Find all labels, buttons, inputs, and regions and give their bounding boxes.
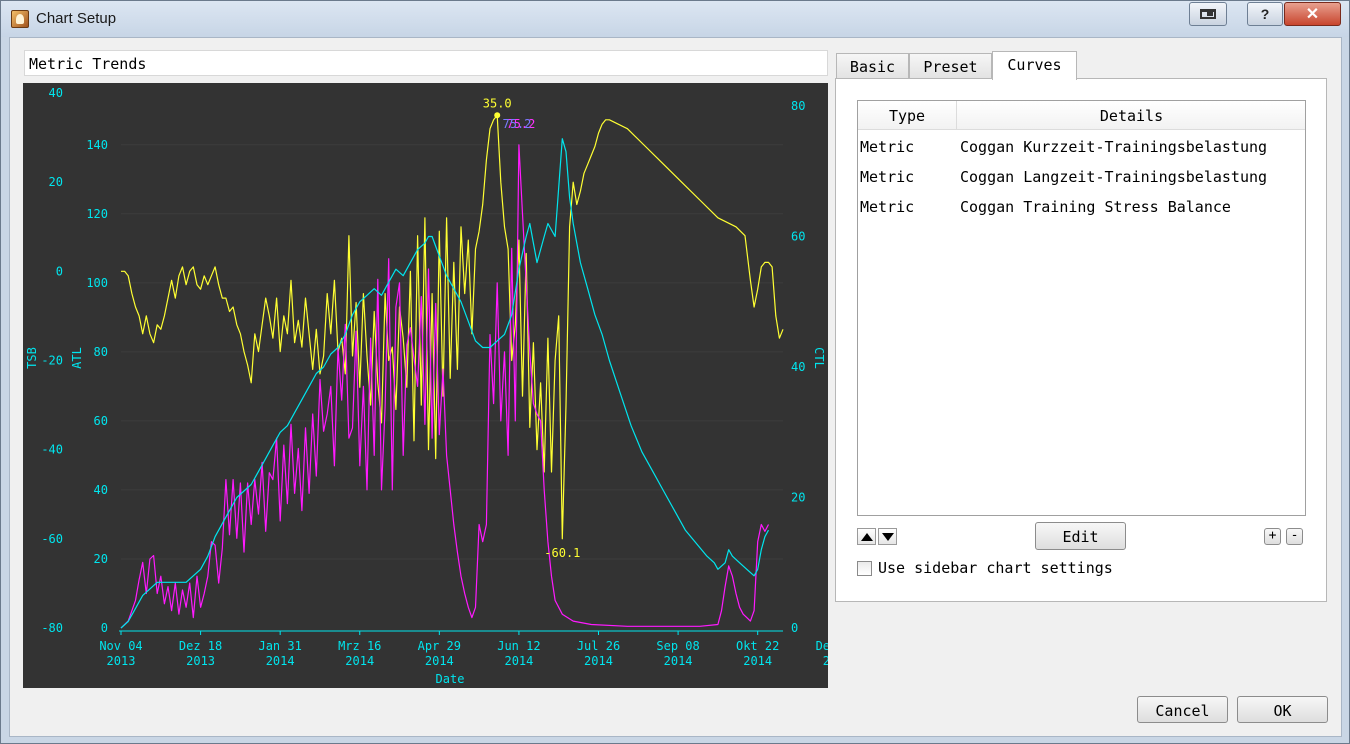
- header-details[interactable]: Details: [958, 107, 1305, 125]
- dialog-client: Metric Trends Nov 04 2013 Dez 18 2013 Jan 31…: [9, 37, 1342, 737]
- tsb-min-label: -60.1: [544, 546, 580, 560]
- tsb-tick-label: 0: [56, 264, 63, 278]
- chart-setup-window: Chart Setup ? ✕ Metric Trends Nov 04 2013…: [0, 0, 1350, 744]
- tsb-max-marker: [494, 112, 501, 119]
- atl-tick-label: 60: [94, 414, 108, 428]
- remove-curve-button[interactable]: -: [1286, 528, 1303, 545]
- x-tick-label: 2014: [584, 654, 613, 668]
- x-tick-label: Jun 12: [497, 639, 540, 653]
- cell-type: Metric: [860, 138, 915, 156]
- tsb-tick-label: -20: [41, 354, 63, 368]
- title-bar[interactable]: Chart Setup ? ✕: [1, 1, 1349, 37]
- atl-tick-label: 0: [101, 621, 108, 635]
- x-tick-label: Mrz 16: [338, 639, 381, 653]
- restore-icon: [1200, 9, 1216, 19]
- tsb-line: [121, 114, 784, 540]
- x-tick-label: 2013: [186, 654, 215, 668]
- atl-axis-label: ATL: [70, 347, 84, 369]
- tab-curves[interactable]: Curves: [992, 51, 1077, 80]
- atl-tick-label: 20: [94, 552, 108, 566]
- x-tick-label: Dez 18: [179, 639, 222, 653]
- ok-button[interactable]: OK: [1237, 696, 1328, 723]
- help-button[interactable]: ?: [1247, 2, 1283, 26]
- add-curve-button[interactable]: +: [1264, 528, 1281, 545]
- x-tick-label: 2014: [504, 654, 533, 668]
- ctl-tick-label: 80: [791, 99, 805, 113]
- x-axis-label: Date: [436, 672, 465, 686]
- arrow-down-icon: [881, 532, 894, 541]
- x-tick-label: Dez 05: [816, 639, 828, 653]
- x-tick-label: 2014: [425, 654, 454, 668]
- tsb-tick-label: 20: [49, 175, 63, 189]
- x-tick-label: Sep 08: [656, 639, 699, 653]
- ctl-tick-label: 0: [791, 621, 798, 635]
- x-tick-label: 2014: [266, 654, 295, 668]
- ctl-tick-label: 60: [791, 230, 805, 244]
- tsb-tick-label: 40: [49, 86, 63, 100]
- tsb-max-label: 35.0: [483, 96, 512, 110]
- move-down-button[interactable]: [878, 528, 897, 545]
- atl-tick-label: 100: [86, 276, 108, 290]
- atl-line: [120, 144, 770, 629]
- ctl-axis-label: CTL: [812, 347, 826, 369]
- restore-button[interactable]: [1189, 2, 1227, 26]
- cell-details: Coggan Kurzzeit-Trainingsbelastung: [960, 138, 1268, 156]
- x-tick-label: Apr 29: [418, 639, 461, 653]
- window-title: Chart Setup: [36, 10, 117, 27]
- table-row[interactable]: Metric Coggan Training Stress Balance: [858, 192, 1305, 222]
- tab-basic[interactable]: Basic: [836, 53, 909, 79]
- chart-preview: Nov 04 2013 Dez 18 2013 Jan 31 2014 Mrz 16 2014…: [23, 83, 828, 688]
- use-sidebar-label: Use sidebar chart settings: [878, 559, 1113, 577]
- x-tick-label: 2013: [107, 654, 136, 668]
- curves-table[interactable]: Type Details Metric Coggan Kurzzeit-Trai…: [857, 100, 1306, 516]
- arrow-up-icon: [860, 532, 873, 541]
- tsb-tick-label: -80: [41, 621, 63, 635]
- tsb-axis-label: TSB: [25, 347, 39, 369]
- cancel-button[interactable]: Cancel: [1137, 696, 1228, 723]
- table-row[interactable]: Metric Coggan Langzeit-Trainingsbelastun…: [858, 162, 1305, 192]
- x-tick-label: 2014: [743, 654, 772, 668]
- x-tick-label: 2014: [823, 654, 828, 668]
- edit-button[interactable]: Edit: [1035, 522, 1126, 550]
- cell-details: Coggan Training Stress Balance: [960, 198, 1231, 216]
- x-tick-label: Jul 26: [577, 639, 620, 653]
- ctl-tick-label: 40: [791, 360, 805, 374]
- close-button[interactable]: ✕: [1284, 2, 1341, 26]
- x-tick-label: 2014: [345, 654, 374, 668]
- table-header: Type Details: [858, 101, 1305, 130]
- tsb-tick-label: -40: [41, 443, 63, 457]
- cell-type: Metric: [860, 168, 915, 186]
- tab-preset[interactable]: Preset: [909, 53, 992, 79]
- use-sidebar-checkbox[interactable]: [857, 561, 872, 576]
- x-tick-label: Jan 31: [258, 639, 301, 653]
- curves-panel: Type Details Metric Coggan Kurzzeit-Trai…: [835, 78, 1327, 602]
- ctl-max-label: 75.2: [502, 117, 531, 131]
- atl-tick-label: 140: [86, 138, 108, 152]
- move-up-button[interactable]: [857, 528, 876, 545]
- header-type[interactable]: Type: [858, 101, 957, 129]
- tsb-tick-label: -60: [41, 532, 63, 546]
- table-row[interactable]: Metric Coggan Kurzzeit-Trainingsbelastun…: [858, 132, 1305, 162]
- app-icon: [11, 10, 29, 28]
- cell-type: Metric: [860, 198, 915, 216]
- atl-tick-label: 120: [86, 207, 108, 221]
- x-tick-label: Okt 22: [736, 639, 779, 653]
- ctl-tick-label: 20: [791, 491, 805, 505]
- cell-details: Coggan Langzeit-Trainingsbelastung: [960, 168, 1268, 186]
- ctl-line: [120, 138, 770, 629]
- atl-tick-label: 80: [94, 345, 108, 359]
- atl-tick-label: 40: [94, 483, 108, 497]
- x-tick-label: Nov 04: [99, 639, 142, 653]
- chart-title-input[interactable]: Metric Trends: [24, 50, 828, 76]
- chart-svg: Nov 042013Dez 182013Jan 312014Mrz 162014…: [25, 86, 828, 686]
- x-tick-label: 2014: [664, 654, 693, 668]
